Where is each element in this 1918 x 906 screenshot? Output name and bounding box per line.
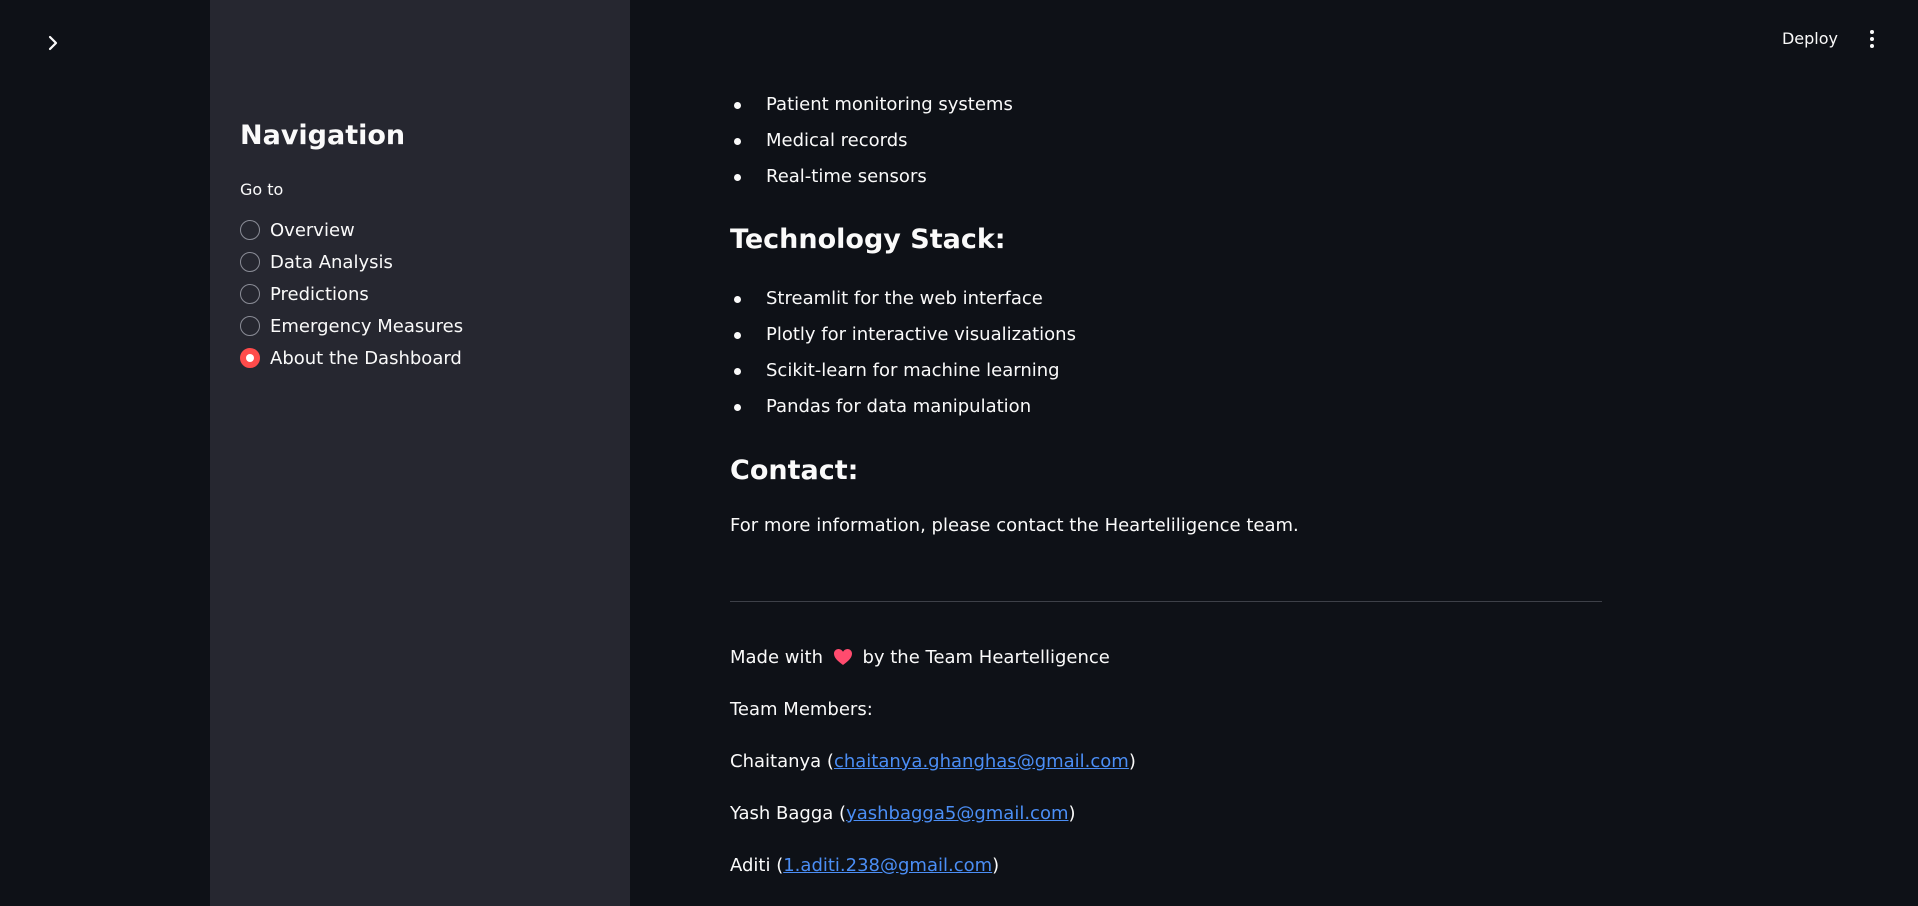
tech-stack-list: Streamlit for the web interface Plotly f… — [730, 281, 1076, 425]
kebab-menu-icon — [1870, 44, 1874, 48]
radio-option-emergency-measures[interactable]: Emergency Measures — [240, 310, 463, 342]
list-item: Real-time sensors — [730, 159, 1013, 195]
team-members-label: Team Members: — [730, 699, 873, 720]
main-content: Patient monitoring systems Medical recor… — [730, 0, 1605, 906]
list-item: Pandas for data manipulation — [730, 389, 1076, 425]
contact-heading: Contact: — [730, 455, 859, 486]
radio-circle-selected[interactable] — [240, 348, 260, 368]
radio-option-label: Data Analysis — [270, 251, 393, 273]
list-item: Streamlit for the web interface — [730, 281, 1076, 317]
radio-circle[interactable] — [240, 316, 260, 336]
sidebar: Navigation Go to Overview Data Analysis … — [210, 0, 630, 906]
data-sources-list: Patient monitoring systems Medical recor… — [730, 87, 1013, 195]
radio-option-label: Emergency Measures — [270, 315, 464, 337]
radio-option-label: About the Dashboard — [270, 347, 462, 369]
radio-option-about-the-dashboard[interactable]: About the Dashboard — [240, 342, 463, 374]
member-name: Yash Bagga — [730, 803, 834, 824]
team-member-line: Yash Bagga (yashbagga5@gmail.com) — [730, 803, 1076, 824]
kebab-menu-icon — [1870, 30, 1874, 34]
radio-option-label: Predictions — [270, 283, 369, 305]
radio-option-data-analysis[interactable]: Data Analysis — [240, 246, 463, 278]
list-item: Scikit-learn for machine learning — [730, 353, 1076, 389]
member-name: Chaitanya — [730, 751, 822, 772]
list-item: Plotly for interactive visualizations — [730, 317, 1076, 353]
made-with-line: Made with by the Team Heartelligence — [730, 647, 1110, 668]
divider — [730, 601, 1602, 602]
expand-sidebar-button[interactable] — [38, 28, 68, 58]
radio-option-predictions[interactable]: Predictions — [240, 278, 463, 310]
radio-circle[interactable] — [240, 220, 260, 240]
tech-stack-heading: Technology Stack: — [730, 224, 1006, 255]
radio-option-label: Overview — [270, 219, 355, 241]
member-name: Aditi — [730, 855, 771, 876]
chevron-right-icon — [48, 35, 58, 51]
list-item: Medical records — [730, 123, 1013, 159]
radio-circle[interactable] — [240, 284, 260, 304]
main-menu-button[interactable] — [1860, 24, 1884, 54]
team-member-line: Chaitanya (chaitanya.ghanghas@gmail.com) — [730, 751, 1136, 772]
heart-icon — [833, 649, 852, 665]
member-email-link[interactable]: 1.aditi.238@gmail.com — [783, 855, 992, 876]
sidebar-title: Navigation — [240, 120, 406, 151]
radio-option-overview[interactable]: Overview — [240, 214, 463, 246]
nav-radio-group: Overview Data Analysis Predictions Emerg… — [240, 214, 463, 374]
made-with-prefix: Made with — [730, 647, 823, 668]
member-email-link[interactable]: chaitanya.ghanghas@gmail.com — [834, 751, 1129, 772]
made-with-suffix: by the Team Heartelligence — [862, 647, 1110, 668]
team-member-line: Aditi (1.aditi.238@gmail.com) — [730, 855, 1000, 876]
radio-circle[interactable] — [240, 252, 260, 272]
radio-group-label: Go to — [240, 180, 284, 199]
list-item: Patient monitoring systems — [730, 87, 1013, 123]
deploy-button[interactable]: Deploy — [1770, 26, 1850, 52]
member-email-link[interactable]: yashbagga5@gmail.com — [846, 803, 1068, 824]
collapsed-rail — [0, 0, 210, 906]
contact-text: For more information, please contact the… — [730, 515, 1299, 536]
kebab-menu-icon — [1870, 37, 1874, 41]
